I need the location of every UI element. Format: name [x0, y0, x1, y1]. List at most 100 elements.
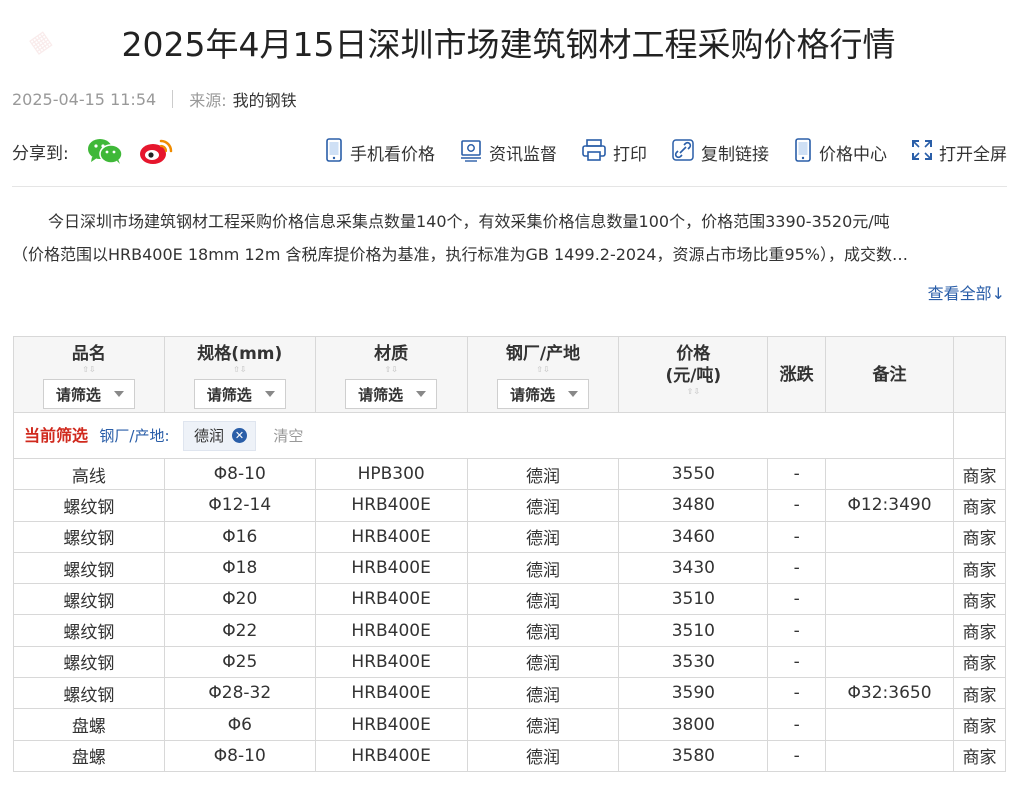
cell-material: HRB400E	[314, 551, 468, 585]
cell-note	[825, 551, 954, 585]
tool-mobile-price[interactable]: 手机看价格	[324, 138, 435, 167]
caret-down-icon	[568, 391, 578, 397]
column-header-name: 品名 ⇧⇩ 请筛选	[13, 336, 165, 413]
cell-mill: 德润	[466, 739, 620, 772]
cell-change: -	[767, 551, 827, 585]
tool-news-supervision[interactable]: 资讯监督	[459, 138, 557, 167]
tool-print[interactable]: 打印	[581, 138, 647, 167]
sort-icon[interactable]: ⇧⇩	[165, 365, 315, 375]
table-row: 螺纹钢 Φ12-14 HRB400E 德润 3480- Φ12:3490 商家	[13, 489, 1006, 522]
table-row: 螺纹钢 Φ28-32 HRB400E 德润 3590- Φ32:3650 商家	[13, 677, 1006, 710]
meta-divider	[172, 90, 174, 108]
caret-down-icon	[416, 391, 427, 397]
merchant-link[interactable]: 商家	[953, 583, 1006, 616]
cell-change: -	[767, 489, 827, 522]
cell-spec: Φ22	[163, 614, 316, 647]
remove-filter-icon[interactable]: ✕	[231, 428, 247, 443]
sort-icon[interactable]: ⇧⇩	[14, 365, 164, 375]
column-header-action	[953, 336, 1006, 413]
cell-mill: 德润	[466, 614, 620, 647]
cell-name: 螺纹钢	[13, 614, 165, 647]
merchant-link[interactable]: 商家	[953, 551, 1006, 585]
merchant-link[interactable]: 商家	[953, 614, 1006, 647]
cell-note	[825, 739, 954, 772]
page-title: 2025年4月15日深圳市场建筑钢材工程采购价格行情	[121, 25, 896, 64]
cell-name: 螺纹钢	[13, 551, 165, 585]
merchant-link[interactable]: 商家	[953, 645, 1006, 679]
source-label: 来源:	[189, 91, 227, 110]
filter-dropdown-material[interactable]: 请筛选	[345, 379, 438, 409]
cell-note	[825, 457, 954, 491]
table-body: 高线 Φ8-10 HPB300 德润 3550- 商家 螺纹钢 Φ12-14 HRB400E 德润…	[13, 457, 1006, 772]
cell-change: -	[767, 645, 827, 679]
merchant-link[interactable]: 商家	[953, 677, 1006, 710]
tool-price-center[interactable]: 价格中心	[793, 138, 887, 167]
cell-spec: Φ8-10	[163, 457, 316, 491]
cell-name: 螺纹钢	[13, 489, 165, 522]
cell-note	[825, 520, 954, 553]
cell-name: 螺纹钢	[13, 677, 165, 710]
filter-dropdown-mill[interactable]: 请筛选	[497, 379, 589, 409]
cell-name: 螺纹钢	[13, 583, 165, 616]
cell-mill: 德润	[466, 677, 620, 710]
summary-line: （价格范围以HRB400E 18mm 12m 含税库提价格为基准，执行标准为GB…	[12, 245, 909, 264]
cell-change: -	[767, 520, 827, 553]
cell-name: 高线	[13, 457, 165, 491]
cell-price: 3530	[618, 645, 769, 679]
wechat-icon[interactable]	[87, 138, 123, 164]
fullscreen-icon	[911, 139, 939, 166]
sort-icon[interactable]: ⇧⇩	[619, 387, 767, 397]
tools-bar: 手机看价格 资讯监督 打印 复制链接 价格中心 打开全屏	[324, 138, 1007, 167]
cell-price: 3430	[618, 551, 769, 585]
cell-mill: 德润	[466, 583, 620, 616]
merchant-link[interactable]: 商家	[953, 708, 1006, 741]
share-toolbar: 分享到: 手机看价格 资讯监督 打印 复制链接 价格中心 打开全屏	[12, 137, 1007, 167]
tool-label: 打印	[613, 145, 647, 165]
sort-icon[interactable]: ⇧⇩	[468, 365, 619, 375]
table-row: 盘螺 Φ8-10 HRB400E 德润 3580- 商家	[13, 739, 1006, 772]
cell-change: -	[767, 739, 827, 772]
cell-mill: 德润	[466, 457, 620, 491]
cell-spec: Φ25	[163, 645, 316, 679]
cell-change: -	[767, 583, 827, 616]
cell-spec: Φ16	[163, 520, 316, 553]
cell-change: -	[767, 708, 827, 741]
weibo-icon[interactable]	[139, 137, 173, 165]
sort-icon[interactable]: ⇧⇩	[316, 365, 467, 375]
summary-line: 今日深圳市场建筑钢材工程采购价格信息采集点数量140个，有效采集价格信息数量10…	[48, 212, 890, 231]
tool-label: 价格中心	[819, 145, 887, 165]
cell-spec: Φ12-14	[163, 489, 316, 522]
filter-dropdown-spec[interactable]: 请筛选	[193, 379, 286, 409]
view-all-link[interactable]: 查看全部↓	[928, 280, 1005, 304]
merchant-link[interactable]: 商家	[953, 489, 1006, 522]
table-row: 螺纹钢 Φ20 HRB400E 德润 3510- 商家	[13, 583, 1006, 616]
table-row: 螺纹钢 Φ22 HRB400E 德润 3510- 商家	[13, 614, 1006, 647]
current-filter-row: 当前筛选 钢厂/产地: 德润 ✕ 清空	[13, 412, 1006, 459]
merchant-link[interactable]: 商家	[953, 457, 1006, 491]
table-row: 高线 Φ8-10 HPB300 德润 3550- 商家	[13, 457, 1006, 491]
cell-name: 螺纹钢	[13, 520, 165, 553]
cell-material: HRB400E	[314, 489, 468, 522]
cell-spec: Φ8-10	[163, 739, 316, 772]
cell-name: 盘螺	[13, 739, 165, 772]
tool-label: 复制链接	[701, 145, 769, 165]
cell-spec: Φ18	[163, 551, 316, 585]
cell-mill: 德润	[466, 551, 620, 585]
column-header-change: 涨跌	[767, 336, 827, 413]
mobile-icon	[324, 138, 350, 167]
cell-note	[825, 645, 954, 679]
cell-material: HRB400E	[314, 739, 468, 772]
share-label: 分享到:	[12, 143, 69, 164]
tool-fullscreen[interactable]: 打开全屏	[911, 139, 1007, 166]
tool-copy-link[interactable]: 复制链接	[671, 138, 769, 167]
cell-price: 3510	[618, 614, 769, 647]
filter-chip: 德润 ✕	[182, 420, 256, 451]
filter-dropdown-name[interactable]: 请筛选	[42, 379, 135, 409]
merchant-link[interactable]: 商家	[953, 739, 1006, 772]
merchant-link[interactable]: 商家	[953, 520, 1006, 553]
clear-filters-link[interactable]: 清空	[273, 427, 303, 445]
column-header-price[interactable]: 价格 (元/吨) ⇧⇩	[618, 336, 769, 413]
cell-spec: Φ6	[163, 708, 316, 741]
table-row: 螺纹钢 Φ18 HRB400E 德润 3430- 商家	[13, 551, 1006, 585]
table-row: 盘螺 Φ6 HRB400E 德润 3800- 商家	[13, 708, 1006, 741]
